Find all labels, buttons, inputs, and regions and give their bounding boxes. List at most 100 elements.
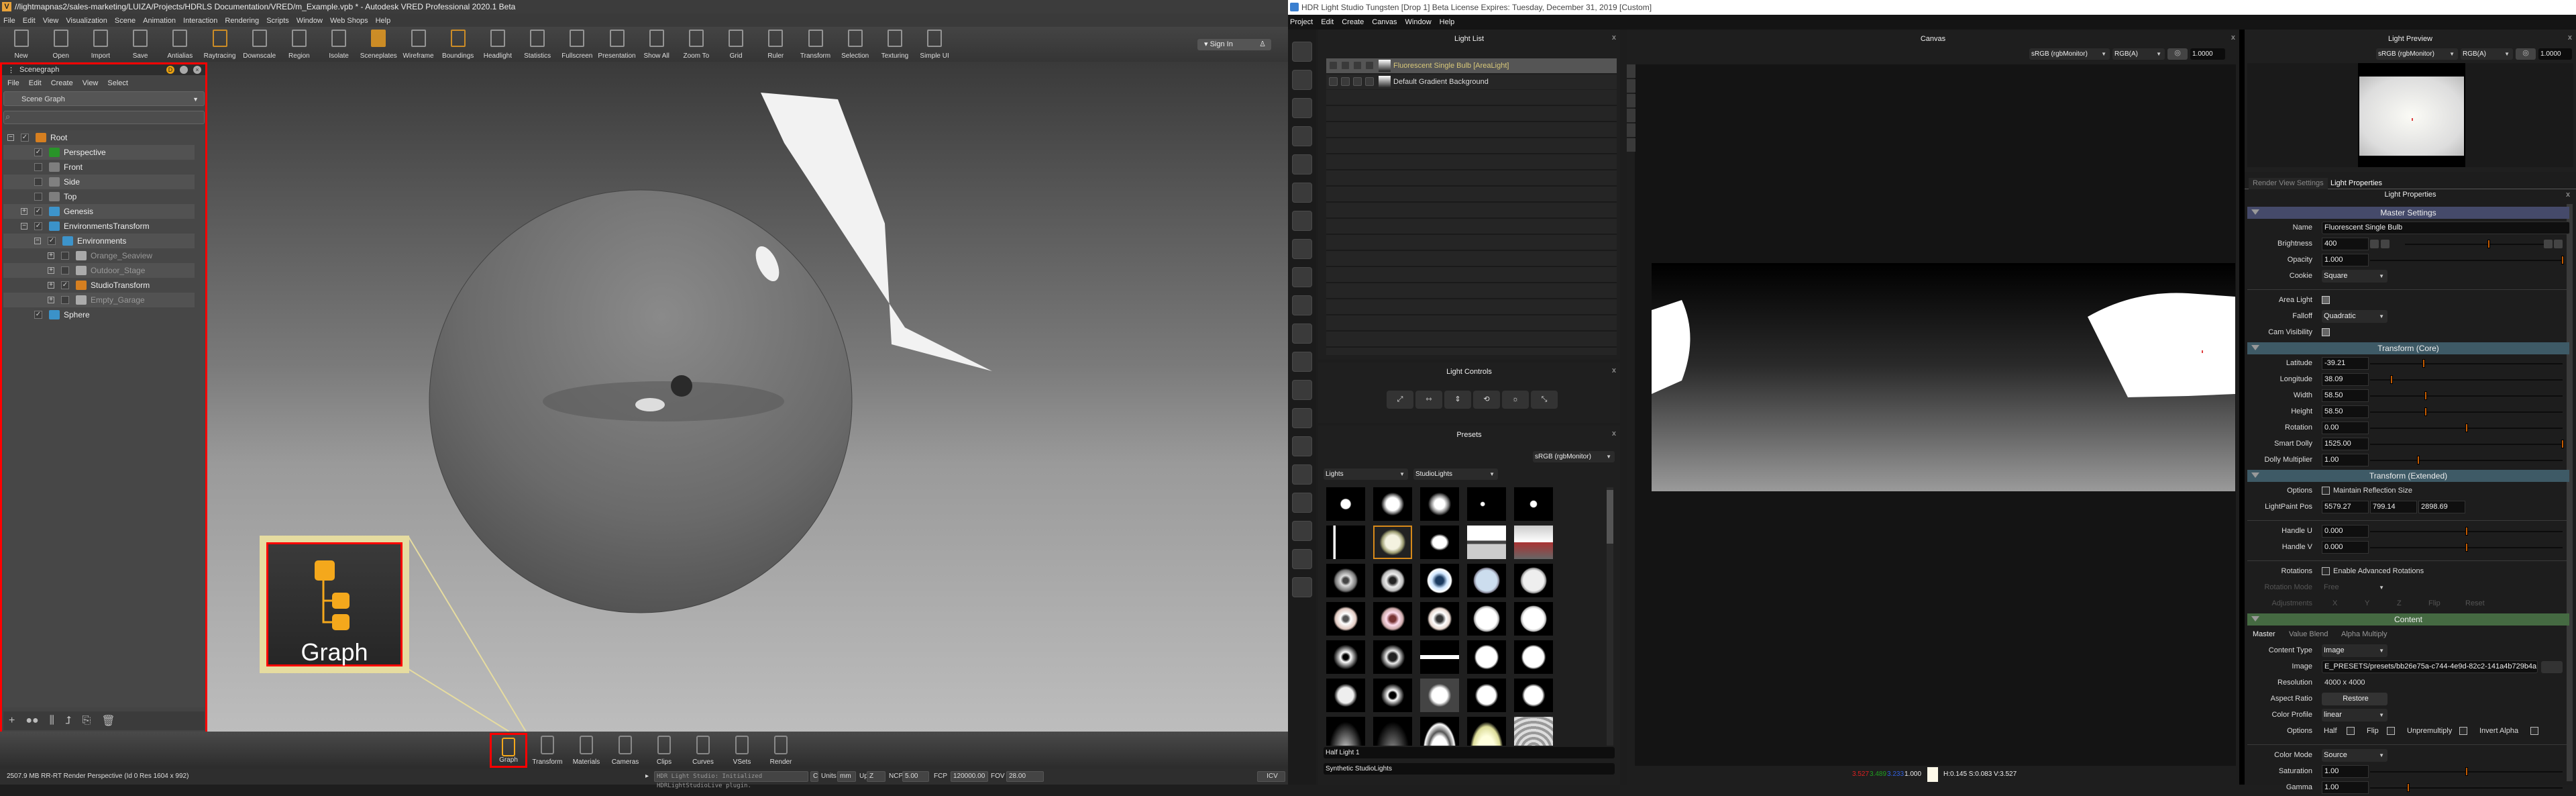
preview-exposure-input[interactable]: 1.0000 — [2538, 48, 2572, 60]
expand-icon[interactable]: + — [48, 267, 54, 274]
property-value-input[interactable]: 38.09 — [2322, 373, 2369, 386]
toolbar-region-button[interactable]: Region — [279, 27, 319, 62]
image-path-input[interactable]: E_PRESETS/presets/bb26e75a-c744-4e9d-82c… — [2322, 660, 2538, 673]
property-slider[interactable] — [2370, 359, 2563, 368]
preset-thumbnail[interactable] — [1326, 602, 1365, 636]
collapse-icon[interactable]: − — [21, 223, 28, 230]
tree-node[interactable]: + Empty_Garage — [3, 293, 195, 307]
area-light-icon[interactable] — [1292, 42, 1312, 62]
fov-input[interactable]: 28.00 — [1006, 771, 1044, 782]
toolbar-show-all-button[interactable]: Show All — [637, 27, 676, 62]
toolbar-import-button[interactable]: Import — [80, 27, 120, 62]
preset-thumbnail[interactable] — [1373, 679, 1412, 712]
preset-thumbnail[interactable] — [1420, 487, 1459, 521]
visibility-checkbox[interactable]: ✓ — [61, 281, 69, 289]
module-graph-button[interactable]: Graph — [490, 733, 527, 768]
tree-node[interactable]: ✓ Perspective — [3, 145, 195, 160]
tree-node[interactable]: Side — [3, 175, 195, 189]
slider-handle[interactable] — [2424, 391, 2428, 400]
select-icon[interactable] — [1353, 61, 1362, 70]
preset-thumbnail[interactable] — [1420, 526, 1459, 559]
visibility-checkbox[interactable]: ✓ — [48, 237, 56, 245]
preset-thumbnail[interactable] — [1467, 487, 1506, 521]
ring-icon[interactable] — [1292, 239, 1312, 259]
option-checkbox[interactable] — [2530, 727, 2538, 735]
menu-visualization[interactable]: Visualization — [66, 15, 107, 27]
preset-thumbnail[interactable] — [1514, 679, 1553, 712]
module-materials-button[interactable]: Materials — [568, 733, 605, 768]
strip-icon[interactable] — [1292, 352, 1312, 372]
content-tab-master[interactable]: Master — [2253, 630, 2275, 638]
slider-handle[interactable] — [2390, 375, 2393, 384]
paint-icon[interactable] — [1292, 549, 1312, 569]
presets-subcategory-select[interactable]: StudioLights ▼ — [1413, 468, 1498, 480]
icv-button[interactable]: ICV — [1257, 771, 1285, 782]
lock-icon[interactable] — [1365, 77, 1374, 86]
slider-handle[interactable] — [2424, 407, 2428, 416]
toolbar-grid-button[interactable]: Grid — [716, 27, 756, 62]
property-value-input[interactable]: 0.00 — [2322, 421, 2369, 434]
menu-edit[interactable]: Edit — [1321, 15, 1334, 30]
tab-render-view-settings[interactable]: Render View Settings — [2249, 178, 2328, 189]
preset-thumbnail[interactable] — [1467, 717, 1506, 746]
up-axis-select[interactable]: Z — [867, 771, 885, 782]
close-icon[interactable]: x — [1612, 34, 1616, 42]
visibility-checkbox[interactable]: ✓ — [21, 134, 29, 142]
fluorescent-icon[interactable] — [1292, 267, 1312, 287]
slider-handle[interactable] — [2561, 256, 2564, 264]
tree-node[interactable]: − ✓ EnvironmentsTransform — [3, 219, 195, 234]
property-slider[interactable] — [2370, 407, 2563, 416]
toolbar-downscale-button[interactable]: Downscale — [239, 27, 279, 62]
toolbar-zoom-to-button[interactable]: Zoom To — [676, 27, 716, 62]
toolbar-isolate-button[interactable]: Isolate — [319, 27, 359, 62]
sign-in-button[interactable]: ▾ Sign In ♙ — [1197, 39, 1271, 50]
tree-node[interactable]: + ✓ StudioTransform — [3, 278, 195, 293]
property-checkbox[interactable] — [2322, 328, 2330, 336]
visibility-checkbox[interactable]: ✓ — [34, 207, 42, 215]
visibility-checkbox[interactable]: ✓ — [34, 311, 42, 319]
transform-icon[interactable]: ⮥ — [65, 715, 71, 727]
toolbar-new-button[interactable]: New — [1, 27, 41, 62]
toolbar-antialias-button[interactable]: Antialias — [160, 27, 200, 62]
scenegraph-menu-view[interactable]: View — [83, 78, 99, 89]
close-icon[interactable]: x — [1612, 430, 1616, 438]
property-checkbox[interactable] — [2322, 487, 2330, 495]
menu-create[interactable]: Create — [1342, 15, 1364, 30]
close-icon[interactable]: × — [193, 66, 201, 74]
property-slider[interactable] — [2370, 527, 2563, 536]
visibility-checkbox[interactable] — [61, 296, 69, 304]
duplicate-icon[interactable] — [1292, 493, 1312, 513]
module-transform-button[interactable]: Transform — [529, 733, 566, 768]
gradient-icon[interactable] — [1292, 211, 1312, 231]
solo-icon[interactable] — [1341, 61, 1350, 70]
section-header-transform-core-[interactable]: Transform (Core) — [2247, 342, 2569, 354]
property-checkbox[interactable] — [2322, 567, 2330, 575]
slider-handle[interactable] — [2561, 440, 2564, 448]
module-cameras-button[interactable]: Cameras — [606, 733, 644, 768]
scenegraph-menu-edit[interactable]: Edit — [29, 78, 42, 89]
scenegraph-menu-select[interactable]: Select — [107, 78, 128, 89]
property-value-input[interactable]: 1.00 — [2322, 781, 2369, 794]
close-icon[interactable]: x — [2566, 191, 2572, 199]
property-slider[interactable] — [2370, 375, 2563, 384]
property-value-input[interactable]: 58.50 — [2322, 389, 2369, 402]
menu-window[interactable]: Window — [1405, 15, 1432, 30]
property-slider[interactable] — [2370, 256, 2564, 264]
preview-channels-select[interactable]: RGB(A) ▼ — [2461, 48, 2513, 60]
property-slider[interactable] — [2370, 456, 2563, 464]
slider-handle[interactable] — [2465, 767, 2468, 776]
tree-node[interactable]: − ✓ Environments — [3, 234, 195, 248]
preset-thumbnail[interactable] — [1326, 564, 1365, 597]
sphere-light-icon[interactable] — [1292, 126, 1312, 146]
units-select[interactable]: mm — [837, 771, 856, 782]
expand-icon[interactable]: + — [48, 297, 54, 303]
canvas-exposure-input[interactable]: 1.0000 — [2190, 48, 2225, 60]
preset-thumbnail[interactable] — [1514, 526, 1553, 559]
preset-thumbnail[interactable] — [1326, 717, 1365, 746]
canvas-area[interactable] — [1635, 64, 2236, 766]
toolbar-statistics-button[interactable]: Statistics — [518, 27, 557, 62]
preset-thumbnail[interactable] — [1514, 717, 1553, 746]
property-value-input[interactable]: 1.00 — [2322, 454, 2369, 466]
toolbar-headlight-button[interactable]: Headlight — [478, 27, 517, 62]
width-control-icon[interactable]: ⇿ — [1415, 391, 1442, 409]
